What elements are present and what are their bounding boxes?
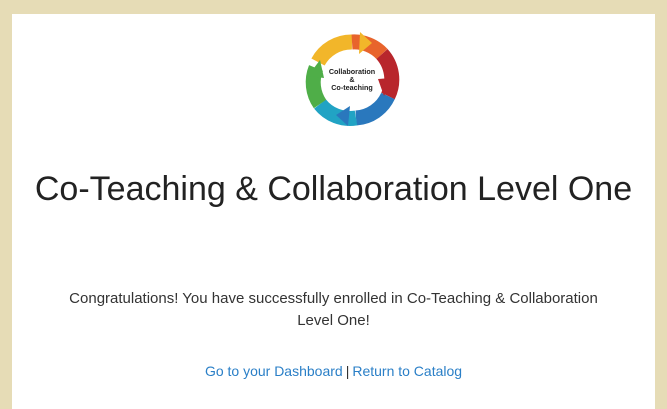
return-to-catalog-link[interactable]: Return to Catalog: [352, 363, 462, 379]
link-separator: |: [345, 363, 350, 379]
enrollment-confirmation-message: Congratulations! You have successfully e…: [69, 290, 598, 329]
cycle-arrows-icon: Collaboration & Co-teaching: [305, 32, 400, 126]
course-logo: Collaboration & Co-teaching: [296, 26, 408, 134]
action-links: Go to your Dashboard | Return to Catalog: [12, 361, 655, 381]
page-title: Co-Teaching & Collaboration Level One: [34, 170, 633, 208]
enrollment-card: Collaboration & Co-teaching Co-Teaching …: [12, 14, 655, 409]
dashboard-link[interactable]: Go to your Dashboard: [205, 363, 343, 379]
logo-text-line3: Co-teaching: [331, 83, 373, 92]
